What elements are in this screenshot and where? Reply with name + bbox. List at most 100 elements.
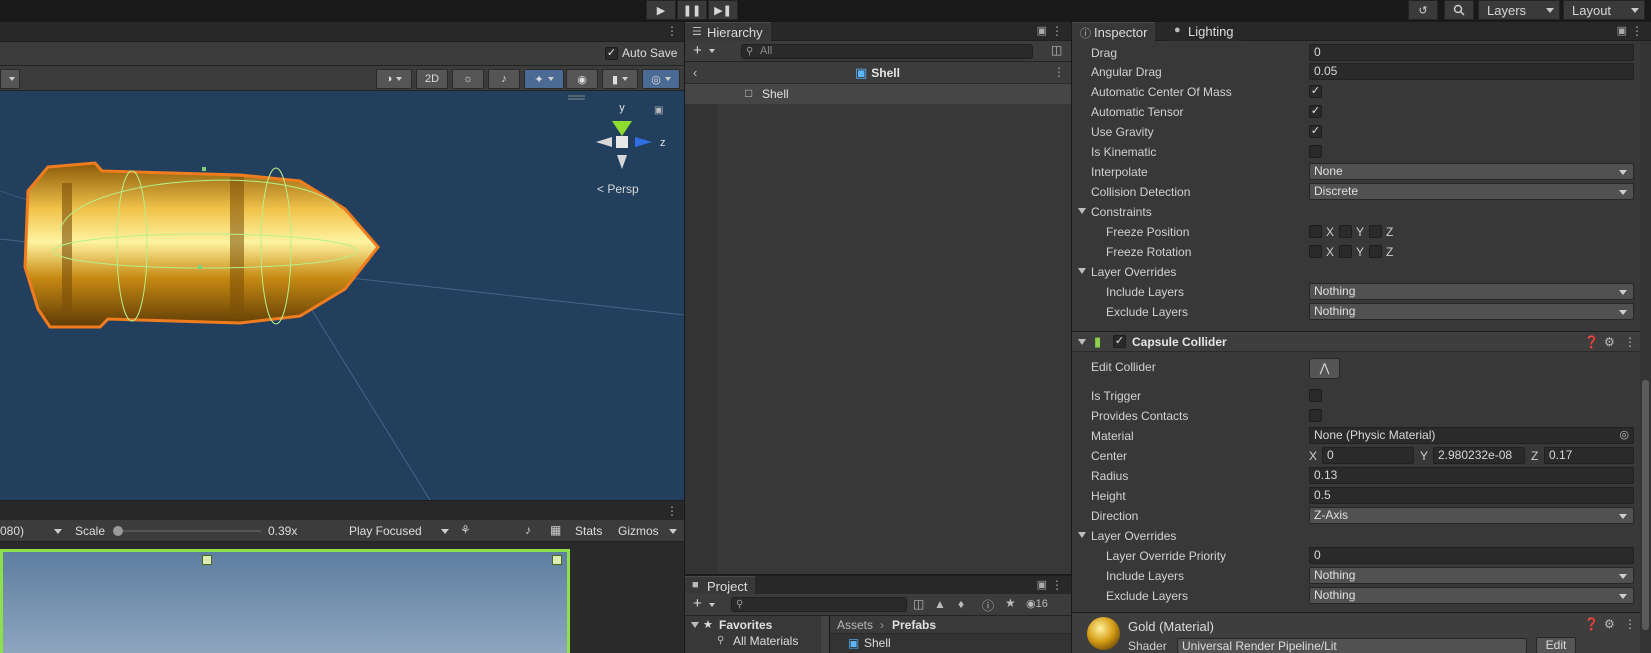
warning-icon[interactable]: ⓘ: [982, 597, 994, 614]
shell-mesh[interactable]: [23, 161, 380, 329]
freeze-rot-z-checkbox[interactable]: [1369, 245, 1382, 258]
include-layers-dropdown[interactable]: Nothing: [1309, 283, 1634, 300]
gizmo-y-cone[interactable]: [612, 121, 632, 136]
gizmos-toggle-button[interactable]: ◎: [642, 69, 680, 89]
back-arrow-icon[interactable]: ‹: [693, 65, 697, 80]
freeze-pos-z-checkbox[interactable]: [1369, 225, 1382, 238]
capsule-collider-header[interactable]: ▮ ✓ Capsule Collider ❓ ⚙ ⋮: [1072, 331, 1651, 352]
audio-toggle-button[interactable]: ♪: [488, 69, 520, 89]
gizmo-x-cone[interactable]: [596, 137, 612, 147]
scene-canvas[interactable]: y z ▣ < Persp: [0, 91, 684, 500]
tab-hierarchy[interactable]: ☰ Hierarchy: [685, 22, 771, 41]
tab-inspector[interactable]: ⓘ Inspector: [1072, 22, 1156, 41]
orientation-gizmo[interactable]: y z ▣: [568, 95, 666, 169]
play-mode-dropdown[interactable]: Play Focused: [347, 522, 453, 540]
breadcrumb-assets[interactable]: Assets: [837, 618, 873, 632]
add-icon[interactable]: +: [693, 595, 702, 612]
component-enabled-checkbox[interactable]: ✓: [1113, 335, 1126, 348]
help-icon[interactable]: ❓: [1584, 617, 1599, 631]
collision-dropdown[interactable]: Discrete: [1309, 183, 1634, 200]
lock-icon[interactable]: ▣: [1617, 24, 1627, 37]
gizmos-button[interactable]: Gizmos: [618, 524, 659, 538]
layer-overrides-foldout[interactable]: Layer Overrides: [1072, 262, 1642, 282]
inspector-scrollbar-thumb[interactable]: [1642, 380, 1649, 630]
grid-icon[interactable]: ▦: [550, 523, 561, 537]
layout-dropdown[interactable]: Layout: [1563, 0, 1645, 20]
scrollbar[interactable]: [821, 616, 829, 653]
capsule-include-dropdown[interactable]: Nothing: [1309, 567, 1634, 584]
pause-button[interactable]: ❚❚: [677, 0, 707, 20]
star-icon[interactable]: ★: [1005, 596, 1016, 610]
lock-icon[interactable]: ▣: [1037, 578, 1047, 591]
camera-settings-button[interactable]: ▮: [602, 69, 638, 89]
foldout-icon[interactable]: [1078, 339, 1086, 345]
capsule-exclude-dropdown[interactable]: Nothing: [1309, 587, 1634, 604]
scale-slider[interactable]: [115, 530, 261, 532]
foldout-icon[interactable]: [1078, 532, 1086, 538]
kebab-menu-icon[interactable]: ⋮: [1624, 335, 1636, 349]
chevron-down-icon[interactable]: [709, 49, 715, 53]
chevron-down-icon[interactable]: [669, 529, 677, 534]
auto-com-checkbox[interactable]: ✓: [1309, 85, 1322, 98]
material-header[interactable]: Gold (Material) Shader Universal Render …: [1072, 612, 1642, 653]
resolution-dropdown[interactable]: 080): [0, 522, 66, 540]
add-icon[interactable]: +: [693, 42, 702, 59]
game-render[interactable]: [0, 549, 570, 653]
resize-handle[interactable]: [552, 555, 562, 565]
foldout-icon[interactable]: [691, 622, 699, 628]
interpolate-dropdown[interactable]: None: [1309, 163, 1634, 180]
provides-contacts-checkbox[interactable]: [1309, 409, 1322, 422]
hidden-packages-button[interactable]: ◉16: [1026, 597, 1048, 610]
presets-icon[interactable]: ⚙: [1604, 617, 1615, 631]
help-icon[interactable]: ❓: [1584, 335, 1599, 349]
lighting-toggle-button[interactable]: ☼: [452, 69, 484, 89]
tab-project[interactable]: ■ Project: [685, 576, 756, 595]
shader-edit-button[interactable]: Edit: [1536, 637, 1576, 653]
favorites-label[interactable]: Favorites: [719, 618, 772, 632]
gizmo-neg-y-cone[interactable]: [617, 155, 627, 169]
center-z-field[interactable]: 0.17: [1544, 447, 1634, 464]
project-search-input[interactable]: ⚲: [731, 597, 907, 612]
scale-slider-thumb[interactable]: [113, 526, 123, 536]
freeze-rot-y-checkbox[interactable]: [1339, 245, 1352, 258]
freeze-pos-y-checkbox[interactable]: [1339, 225, 1352, 238]
scene-search-icon[interactable]: ◫: [1051, 43, 1062, 57]
capsule-layer-overrides-foldout[interactable]: Layer Overrides: [1072, 526, 1642, 546]
freeze-rot-x-checkbox[interactable]: [1309, 245, 1322, 258]
step-button[interactable]: ▶❚: [708, 0, 738, 20]
tab-lighting[interactable]: ● Lighting: [1166, 22, 1242, 41]
search-button[interactable]: [1444, 0, 1474, 20]
effects-toggle-button[interactable]: ✦: [524, 69, 564, 89]
scene-viewport[interactable]: y z ▣ < Persp: [0, 91, 684, 500]
stats-button[interactable]: Stats: [575, 524, 602, 538]
game-view[interactable]: [0, 542, 684, 653]
angular-drag-field[interactable]: 0.05: [1309, 63, 1634, 80]
hierarchy-search-input[interactable]: ⚲ All: [741, 44, 1033, 59]
search-by-type-icon[interactable]: ◫: [913, 597, 924, 611]
kebab-menu-icon[interactable]: ⋮: [666, 24, 678, 38]
auto-save-toggle[interactable]: ✓ Auto Save: [605, 46, 677, 60]
favorites-item[interactable]: All Materials: [733, 634, 798, 648]
material-field[interactable]: None (Physic Material) ◎: [1309, 427, 1634, 444]
auto-tensor-checkbox[interactable]: ✓: [1309, 105, 1322, 118]
layers-dropdown[interactable]: Layers: [1478, 0, 1560, 20]
direction-dropdown[interactable]: Z-Axis: [1309, 507, 1634, 524]
label-icon[interactable]: ♦: [958, 597, 964, 611]
collider-handle[interactable]: [198, 265, 202, 269]
object-picker-icon[interactable]: ◎: [1619, 428, 1629, 443]
freeze-pos-x-checkbox[interactable]: [1309, 225, 1322, 238]
mute-audio-icon[interactable]: ♪: [525, 523, 531, 537]
shading-mode-button[interactable]: ◑: [376, 69, 412, 89]
kebab-menu-icon[interactable]: ⋮: [1631, 24, 1643, 38]
gizmo-z-cone[interactable]: [635, 137, 652, 147]
resize-handle[interactable]: [202, 555, 212, 565]
history-button[interactable]: ↺: [1408, 0, 1438, 20]
shell-object[interactable]: [23, 161, 380, 329]
foldout-icon[interactable]: [1078, 268, 1086, 274]
bug-icon[interactable]: ⚘: [460, 523, 471, 537]
kebab-menu-icon[interactable]: ⋮: [1051, 578, 1063, 592]
edit-collider-button[interactable]: ⋀: [1309, 358, 1340, 379]
chevron-down-icon[interactable]: [709, 603, 715, 607]
kebab-menu-icon[interactable]: ⋮: [666, 504, 678, 518]
toggle-2d-button[interactable]: 2D: [416, 69, 448, 89]
